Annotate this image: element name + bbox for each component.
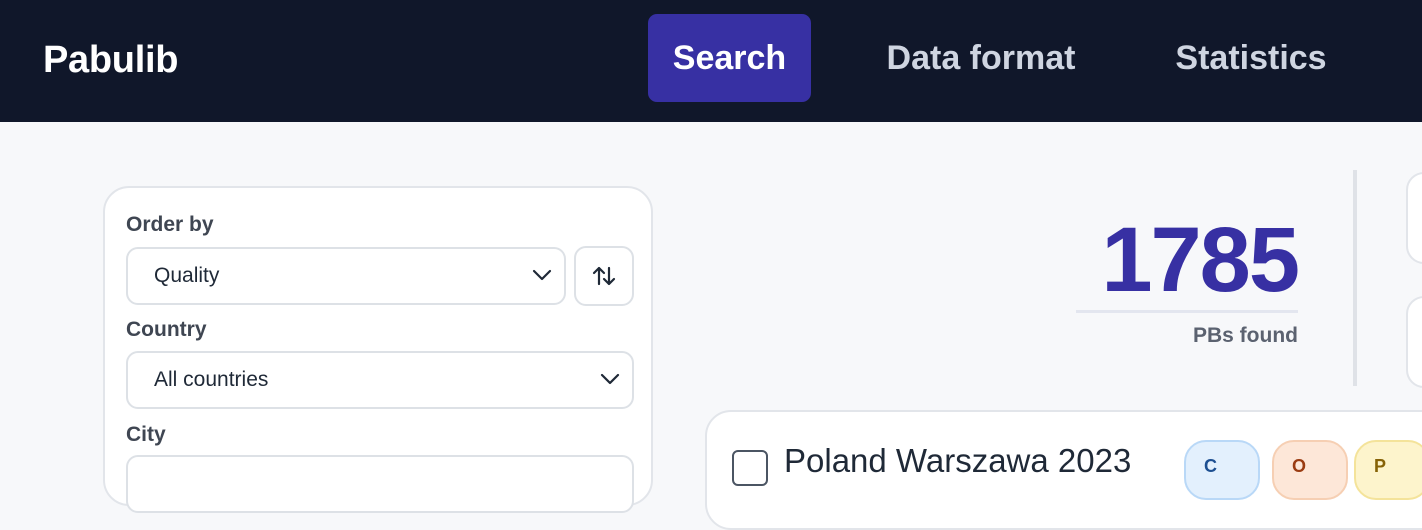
side-card[interactable]	[1406, 296, 1422, 388]
result-title[interactable]: Poland Warszawa 2023	[784, 442, 1131, 480]
vertical-divider	[1353, 170, 1357, 386]
nav-statistics[interactable]: Statistics	[1150, 14, 1352, 102]
top-navigation: Pabulib Search Data format Statistics	[0, 0, 1422, 122]
city-select[interactable]	[126, 455, 634, 513]
order-by-select[interactable]: Quality	[126, 247, 566, 305]
side-card[interactable]	[1406, 172, 1422, 264]
result-badge: P	[1354, 440, 1422, 500]
nav-data-format[interactable]: Data format	[856, 14, 1106, 102]
sort-direction-button[interactable]	[574, 246, 634, 306]
chevron-down-icon	[532, 269, 552, 281]
result-card[interactable]: Poland Warszawa 2023 C O P	[705, 410, 1422, 530]
result-badge: C	[1184, 440, 1260, 500]
results-count: 1785 PBs found	[1040, 206, 1300, 356]
chevron-down-icon	[600, 373, 620, 385]
nav-search[interactable]: Search	[648, 14, 811, 102]
brand-logo[interactable]: Pabulib	[43, 38, 178, 82]
country-label: Country	[126, 318, 207, 341]
sort-arrows-icon	[592, 266, 616, 286]
country-select[interactable]: All countries	[126, 351, 634, 409]
order-by-value: Quality	[154, 264, 220, 287]
order-by-label: Order by	[126, 213, 214, 236]
result-select-checkbox[interactable]	[732, 450, 768, 486]
filter-panel: Order by Quality Country All countries C…	[103, 186, 653, 513]
city-label: City	[126, 423, 166, 446]
result-badge: O	[1272, 440, 1348, 500]
country-value: All countries	[154, 368, 269, 391]
results-count-number: 1785	[1101, 209, 1300, 311]
results-count-label: PBs found	[1193, 324, 1298, 347]
count-underline	[1076, 310, 1298, 313]
